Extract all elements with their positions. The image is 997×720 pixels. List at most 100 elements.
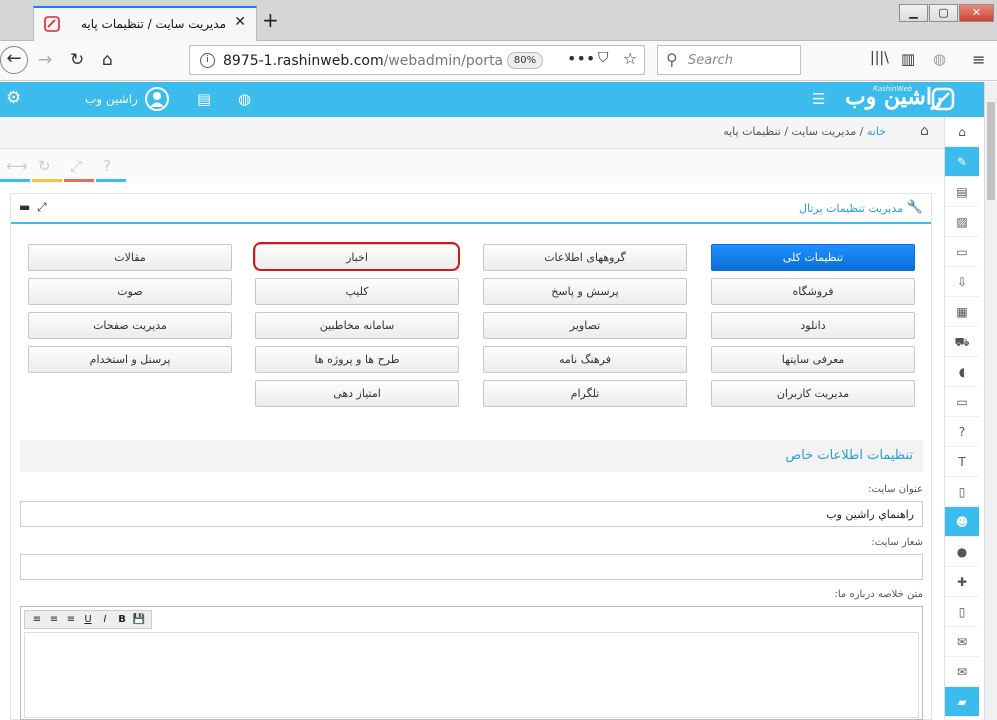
panel-title: مدیریت تنظیمات پرتال [799, 202, 903, 215]
settings-button[interactable]: تنظیمات کلی [711, 244, 915, 271]
pocket-icon[interactable]: ⛉ [598, 50, 609, 66]
settings-button[interactable]: اخبار [255, 244, 459, 271]
breadcrumb-path: مدیریت سایت / تنظیمات پایه [723, 125, 857, 138]
page-actions-icon[interactable]: ••• [567, 49, 595, 68]
document-icon[interactable]: ▭ [945, 237, 979, 267]
settings-button[interactable]: صوت [28, 278, 232, 305]
file-icon[interactable]: ▯ [945, 477, 979, 507]
settings-button[interactable]: مدیریت صفحات [28, 312, 232, 339]
info-icon[interactable]: i [200, 53, 215, 68]
hamburger-icon[interactable]: ☰ [812, 90, 825, 108]
tab-title: مدیریت سایت / تنظیمات پایه [80, 17, 226, 31]
settings-button[interactable]: مدیریت کاربران [711, 380, 915, 407]
section-title: تنظیمات اطلاعات خاص [785, 448, 914, 463]
breadcrumb: ⌂ خانه / مدیریت سایت / تنظیمات پایه [0, 117, 944, 149]
add-user-icon[interactable]: ✚ [945, 567, 979, 597]
film-icon[interactable]: ▦ [945, 297, 979, 327]
folder-icon[interactable]: ▰ [945, 687, 979, 717]
browser-tab[interactable]: مدیریت سایت / تنظیمات پایه ✕ [33, 6, 257, 41]
back-button[interactable]: ← [0, 46, 28, 74]
settings-gear-icon[interactable]: ⚙ [6, 88, 21, 108]
news-icon[interactable]: ▤ [945, 177, 979, 207]
settings-button[interactable]: طرح ها و پروژه ها [255, 346, 459, 373]
maximize-button[interactable]: ▢ [929, 4, 958, 22]
settings-button[interactable]: تصاویر [483, 312, 687, 339]
settings-button[interactable]: معرفی سایتها [711, 346, 915, 373]
mobile-icon[interactable]: ▯ [945, 597, 979, 627]
sidebar-toggle-icon[interactable]: ▥ [901, 50, 915, 68]
breadcrumb-home-link[interactable]: خانه [867, 125, 886, 138]
settings-button[interactable]: تلگرام [483, 380, 687, 407]
new-tab-button[interactable]: + [262, 8, 279, 32]
reload-button[interactable]: ↻ [70, 50, 84, 70]
settings-button[interactable]: فروشگاه [711, 278, 915, 305]
expand-icon[interactable]: ⤢ [37, 200, 47, 215]
comments-icon[interactable]: ✉ [945, 627, 979, 657]
user-name[interactable]: راشین وب [85, 92, 138, 106]
resize-horizontal-icon[interactable]: ⟷ [6, 157, 28, 175]
save-icon[interactable]: 💾 [131, 612, 147, 628]
settings-button[interactable]: گروههای اطلاعات [483, 244, 687, 271]
users-icon[interactable]: ☻ [945, 507, 979, 537]
user-icon[interactable]: ● [945, 537, 979, 567]
close-window-button[interactable]: ✕ [959, 4, 994, 22]
download-icon[interactable]: ⇩ [945, 267, 979, 297]
slogan-field[interactable] [20, 554, 923, 580]
bookmark-star-icon[interactable]: ☆ [623, 49, 637, 68]
search-input[interactable]: ⚲ Search [657, 45, 801, 75]
scrollbar-thumb[interactable] [987, 102, 995, 200]
image-icon[interactable]: ▨ [945, 207, 979, 237]
bold-icon[interactable]: B [114, 612, 130, 628]
tab-close-icon[interactable]: ✕ [234, 14, 246, 30]
panel-header: ▬ ⤢ مدیریت تنظیمات پرتال 🔧 [11, 194, 931, 224]
question-icon[interactable]: ? [945, 417, 979, 447]
fullscreen-icon[interactable]: ⤢ [70, 157, 82, 175]
settings-button[interactable]: کلیپ [255, 278, 459, 305]
settings-button[interactable]: مقالات [28, 244, 232, 271]
cart-icon[interactable]: ⛟ [945, 327, 979, 357]
underline-icon[interactable]: U [80, 612, 96, 628]
settings-button[interactable]: امتیاز دهی [255, 380, 459, 407]
library-icon[interactable]: |||\ [870, 50, 889, 66]
mail-icon[interactable]: ✉ [945, 657, 979, 687]
monitor-icon[interactable]: ▭ [945, 387, 979, 417]
minimize-button[interactable]: ▁ [899, 4, 928, 22]
settings-button[interactable]: سامانه مخاطبین [255, 312, 459, 339]
align-center-icon[interactable]: ≡ [46, 612, 62, 628]
home-icon[interactable]: ⌂ [945, 117, 979, 147]
user-avatar-icon[interactable] [145, 87, 169, 111]
card-icon[interactable]: ▤ [197, 90, 211, 108]
site-title-label: عنوان سایت: [868, 484, 923, 495]
italic-icon[interactable]: I [97, 612, 113, 628]
settings-button[interactable]: پرسنل و استخدام [28, 346, 232, 373]
settings-button[interactable]: پرسش و پاسخ [483, 278, 687, 305]
refresh-icon[interactable]: ↻ [38, 157, 51, 175]
home-button[interactable]: ⌂ [102, 50, 113, 70]
slogan-label: شعار سایت: [871, 537, 923, 548]
home-icon[interactable]: ⌂ [920, 123, 929, 139]
settings-button[interactable]: دانلود [711, 312, 915, 339]
about-label: متن خلاصه درباره ما: [834, 589, 923, 600]
site-title-field[interactable]: راهنماي راشين وب [20, 501, 923, 527]
align-left-icon[interactable]: ≡ [63, 612, 79, 628]
about-editor-area[interactable] [24, 632, 919, 718]
url-bar[interactable]: i 8975-1.rashinweb.com/webadmin/porta 80… [189, 45, 645, 75]
help-icon[interactable]: ? [103, 157, 111, 175]
sound-icon[interactable]: ◖ [945, 357, 979, 387]
menu-icon[interactable]: ≡ [972, 50, 985, 69]
brand-logo[interactable]: راشین وب [845, 84, 943, 110]
align-right-icon[interactable]: ≡ [29, 612, 45, 628]
browser-titlebar: مدیریت سایت / تنظیمات پایه ✕ + ▁ ▢ ✕ [0, 0, 997, 41]
collapse-icon[interactable]: ▬ [19, 200, 30, 214]
editor-toolbar: ≡ ≡ ≡ U I B 💾 [24, 610, 152, 629]
forward-button[interactable]: → [38, 50, 52, 70]
section-header: تنظیمات اطلاعات خاص [20, 440, 923, 472]
page-scrollbar[interactable] [984, 82, 997, 720]
globe-icon[interactable]: ◍ [933, 50, 946, 68]
right-sidebar: ⌂ ✎ ▤ ▨ ▭ ⇩ ▦ ⛟ ◖ ▭? T ▯ ☻ ● ✚ ▯ ✉ ✉ ▰ [944, 117, 979, 720]
edit-icon[interactable]: ✎ [945, 147, 979, 177]
text-icon[interactable]: T [945, 447, 979, 477]
zoom-badge[interactable]: 80% [507, 52, 543, 69]
settings-button[interactable]: فرهنگ نامه [483, 346, 687, 373]
globe-icon[interactable]: ◍ [238, 90, 251, 108]
